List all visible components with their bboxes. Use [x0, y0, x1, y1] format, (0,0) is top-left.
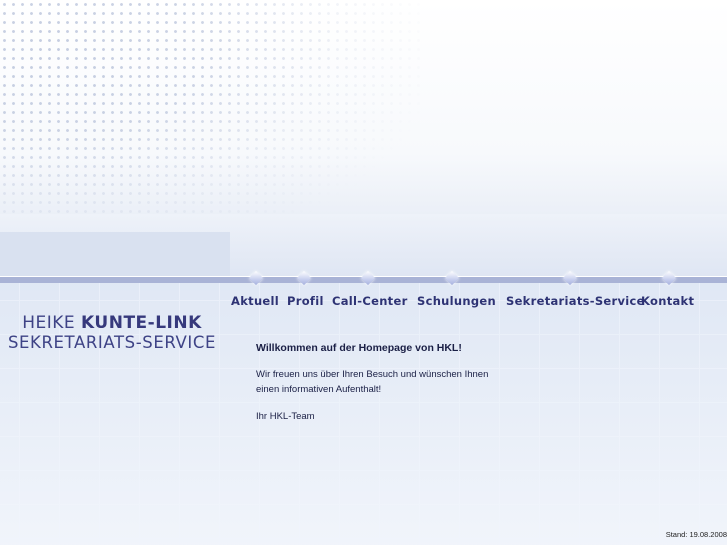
nav-item-schulungen[interactable]: Schulungen [417, 294, 496, 308]
welcome-heading: Willkommen auf der Homepage von HKL! [256, 342, 462, 354]
header-band-left [0, 232, 230, 276]
logo-name-light: HEIKE [22, 313, 76, 333]
main-content: Willkommen auf der Homepage von HKL! Wir… [256, 342, 546, 422]
nav-item-sekretariats-service[interactable]: Sekretariats-Service [506, 294, 645, 308]
logo-tagline: SEKRETARIATS-SERVICE [7, 333, 217, 352]
logo-name-bold: KUNTE-LINK [81, 313, 202, 333]
last-updated-text: Stand: 19.08.2008 [665, 530, 727, 539]
nav-item-kontakt[interactable]: Kontakt [641, 294, 694, 308]
nav-item-profil[interactable]: Profil [287, 294, 324, 308]
welcome-paragraph: Wir freuen uns über Ihren Besuch und wün… [256, 368, 546, 397]
welcome-paragraph-line1: Wir freuen uns über Ihren Besuch und wün… [256, 369, 489, 380]
nav-item-call-center[interactable]: Call-Center [332, 294, 408, 308]
nav-item-aktuell[interactable]: Aktuell [231, 294, 279, 308]
signature: Ihr HKL-Team [256, 411, 315, 422]
company-logo: HEIKE KUNTE-LINK SEKRETARIATS-SERVICE [0, 313, 224, 353]
welcome-paragraph-line2: einen informativen Aufenthalt! [256, 383, 382, 395]
